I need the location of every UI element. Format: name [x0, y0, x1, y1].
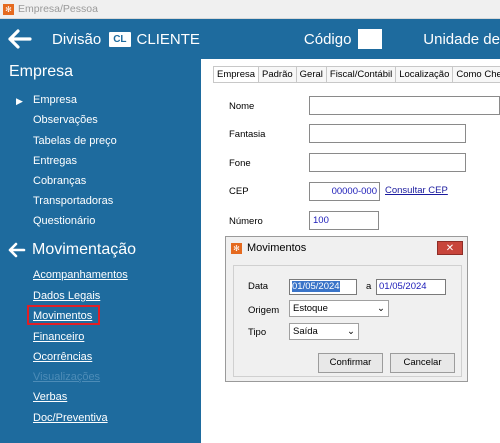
tab-fiscal-contabil[interactable]: Fiscal/Contábil	[325, 66, 397, 82]
sidebar-item-observacoes[interactable]: Observações	[33, 114, 98, 126]
sidebar-section-movimentacao: Movimentação	[32, 241, 137, 258]
tab-localizacao[interactable]: Localização	[395, 66, 454, 82]
dialog-titlebar: ✻ Movimentos	[226, 237, 467, 259]
fantasia-label: Fantasia	[229, 129, 266, 140]
division-name: CLIENTE	[136, 30, 200, 48]
sidebar-item-financeiro[interactable]: Financeiro	[33, 331, 84, 343]
nome-field[interactable]	[309, 96, 500, 115]
tab-geral[interactable]: Geral	[295, 66, 327, 82]
date-from-input[interactable]: 01/05/2024	[289, 279, 357, 295]
dialog-title: Movimentos	[247, 242, 307, 254]
tab-como-chegar[interactable]: Como Che	[452, 66, 500, 82]
tipo-select[interactable]: Saída ⌄	[289, 323, 359, 340]
tipo-value: Saída	[293, 326, 318, 337]
cep-label: CEP	[229, 186, 249, 197]
origem-value: Estoque	[293, 303, 328, 314]
sidebar-item-empresa[interactable]: Empresa	[33, 94, 77, 106]
sidebar-item-acompanhamentos[interactable]: Acompanhamentos	[33, 269, 128, 281]
sidebar: Empresa ▶ Empresa Observações Tabelas de…	[0, 59, 201, 443]
sidebar-item-questionario[interactable]: Questionário	[33, 215, 95, 227]
section-arrow-icon	[8, 242, 26, 261]
window-title: Empresa/Pessoa	[18, 3, 98, 15]
cep-field[interactable]: 00000-000	[309, 182, 380, 201]
current-item-triangle-icon: ▶	[16, 96, 23, 106]
code-input[interactable]	[358, 29, 383, 49]
dialog-app-icon: ✻	[231, 242, 242, 254]
movimentos-dialog: ✻ Movimentos ✕ Data 01/05/2024 a 01/05/2…	[225, 236, 468, 382]
nome-label: Nome	[229, 101, 255, 112]
back-arrow-icon[interactable]	[8, 26, 32, 52]
tipo-label: Tipo	[248, 327, 267, 338]
tabs-divider	[213, 82, 500, 83]
app-icon: ✻	[3, 3, 14, 15]
division-label: Divisão	[52, 30, 102, 48]
data-label: Data	[248, 281, 269, 292]
dialog-body: Data 01/05/2024 a 01/05/2024 Origem Esto…	[233, 265, 462, 377]
sidebar-item-visualizacoes[interactable]: Visualizações	[33, 371, 100, 383]
sidebar-section-empresa: Empresa	[9, 63, 74, 80]
sidebar-item-ocorrencias[interactable]: Ocorrências	[33, 351, 92, 363]
movimentos-highlight-box	[27, 305, 100, 325]
close-icon[interactable]: ✕	[437, 241, 463, 255]
tab-strip: Empresa Padrão Geral Fiscal/Contábil Loc…	[213, 66, 500, 83]
unit-label: Unidade de	[423, 30, 500, 48]
consultar-cep-link[interactable]: Consultar CEP	[385, 185, 448, 196]
date-range-separator: a	[366, 281, 372, 292]
cancel-button[interactable]: Cancelar	[390, 353, 455, 373]
fantasia-field[interactable]	[309, 124, 466, 143]
fone-field[interactable]	[309, 153, 466, 172]
numero-label: Número	[229, 216, 263, 227]
sidebar-item-verbas[interactable]: Verbas	[33, 391, 67, 403]
date-to-input[interactable]: 01/05/2024	[376, 279, 446, 295]
sidebar-item-tabelas-de-preco[interactable]: Tabelas de preço	[33, 135, 117, 147]
sidebar-item-cobrancas[interactable]: Cobranças	[33, 175, 86, 187]
window-titlebar: ✻ Empresa/Pessoa	[0, 0, 500, 19]
chevron-down-icon: ⌄	[347, 326, 355, 337]
numero-field[interactable]: 100	[309, 211, 379, 230]
tab-padrao[interactable]: Padrão	[258, 66, 297, 82]
origem-label: Origem	[248, 305, 280, 316]
confirm-button[interactable]: Confirmar	[318, 353, 383, 373]
sidebar-item-entregas[interactable]: Entregas	[33, 155, 77, 167]
origem-select[interactable]: Estoque ⌄	[289, 300, 389, 317]
date-from-value: 01/05/2024	[292, 281, 340, 292]
code-label: Código	[303, 30, 352, 48]
division-code-badge: CL	[109, 31, 131, 47]
sidebar-item-dados-legais[interactable]: Dados Legais	[33, 290, 100, 302]
header-bar: Divisão CL CLIENTE Código Unidade de	[0, 19, 500, 59]
fone-label: Fone	[229, 158, 251, 169]
sidebar-item-transportadoras[interactable]: Transportadoras	[33, 195, 113, 207]
sidebar-item-doc-preventiva[interactable]: Doc/Preventiva	[33, 412, 108, 424]
chevron-down-icon: ⌄	[377, 303, 385, 314]
tab-empresa[interactable]: Empresa	[213, 66, 260, 83]
